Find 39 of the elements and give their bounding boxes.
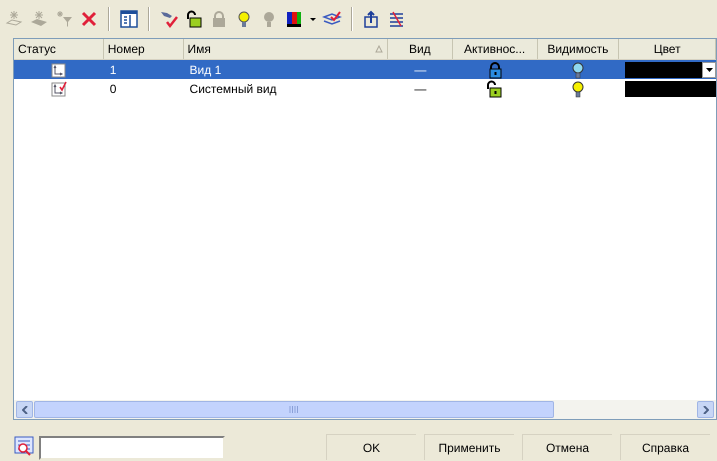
table-cell: Системный вид [190, 82, 277, 96]
chevron-right-icon [702, 406, 708, 414]
column-header[interactable]: Видимость [538, 39, 620, 59]
table-cell: Вид 1 [190, 62, 222, 76]
column-header[interactable]: Имя [184, 39, 388, 59]
lightbulb-icon[interactable] [570, 60, 586, 78]
search-field[interactable] [39, 436, 225, 460]
dropdown-button[interactable] [702, 62, 716, 78]
caret-icon [706, 68, 712, 72]
table-cell: 0 [110, 82, 116, 96]
table-row[interactable]: 0 Системный вид — [14, 79, 716, 98]
scroll-right-button[interactable] [697, 401, 714, 418]
column-header[interactable]: Статус [14, 39, 104, 59]
dialog-button[interactable]: OK [326, 434, 416, 460]
search-document-icon[interactable] [14, 436, 36, 456]
dialog-button[interactable]: Отмена [522, 434, 612, 460]
dialog-button[interactable]: Справка [620, 434, 710, 460]
color-bars-icon[interactable] [284, 9, 304, 29]
column-header[interactable]: Номер [104, 39, 184, 59]
scrollbar-thumb[interactable] [34, 401, 554, 418]
column-header[interactable]: Вид [388, 39, 453, 59]
lightbulb-icon[interactable] [570, 80, 586, 98]
table-cell-text: — [414, 62, 426, 78]
dialog-button[interactable]: Применить [424, 434, 514, 460]
grip-icon [289, 406, 299, 413]
column-header[interactable]: Активнос... [452, 39, 538, 59]
open-padlock-icon[interactable] [184, 9, 204, 29]
table-cell-text: — [414, 80, 426, 98]
color-swatch[interactable] [625, 62, 716, 78]
list-panel-icon[interactable] [119, 9, 139, 29]
scroll-left-button[interactable] [16, 401, 33, 418]
close-icon[interactable] [79, 9, 99, 29]
table-row[interactable]: 1 Вид 1 — [14, 60, 716, 79]
table-cell: 1 [110, 62, 116, 76]
color-swatch[interactable] [625, 80, 716, 96]
open-padlock-icon[interactable] [486, 80, 504, 98]
sort-icon [374, 45, 383, 53]
column-header[interactable]: Цвет [619, 39, 716, 59]
chevron-left-icon [22, 406, 28, 414]
